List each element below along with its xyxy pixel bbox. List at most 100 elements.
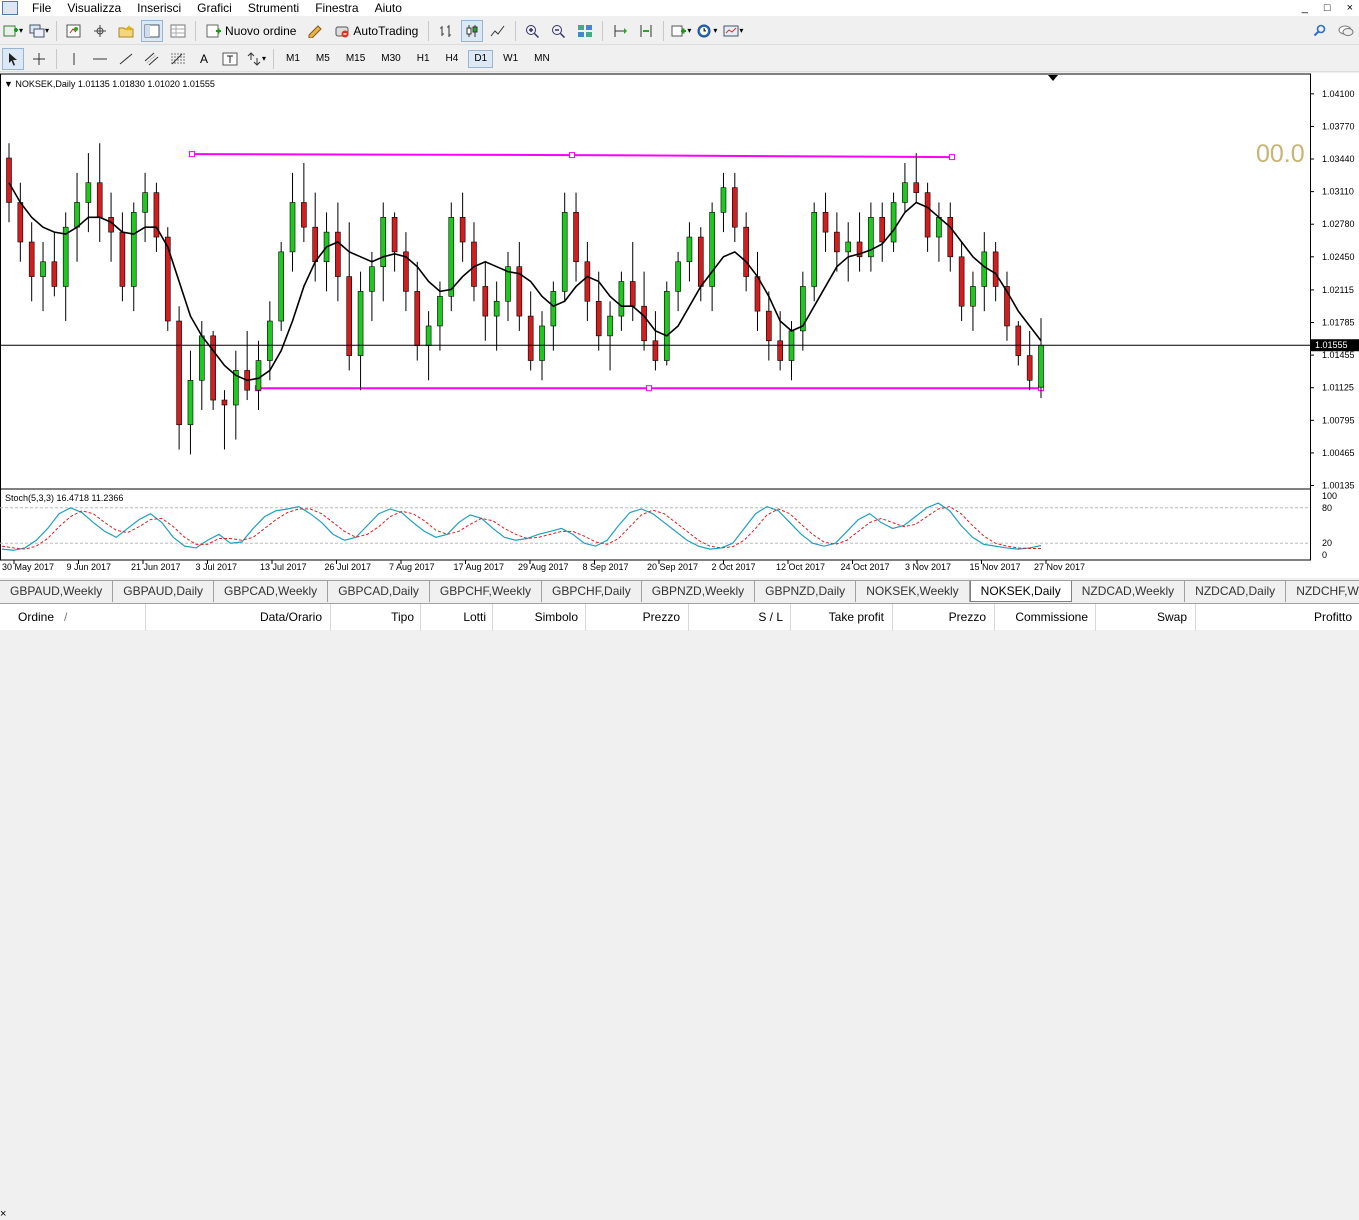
candle-body[interactable] xyxy=(40,261,46,277)
close-button[interactable]: × xyxy=(1347,0,1353,16)
close-panel-icon[interactable]: × xyxy=(0,1208,6,1220)
candle-body[interactable] xyxy=(607,315,613,337)
timeframe-w1[interactable]: W1 xyxy=(497,50,524,68)
candle-body[interactable] xyxy=(335,231,341,277)
candle-body[interactable] xyxy=(448,217,455,297)
meta-editor-button[interactable] xyxy=(304,20,326,42)
orders-column-header[interactable]: Swap xyxy=(1157,610,1187,624)
candle-body[interactable] xyxy=(890,202,897,243)
navigator-button[interactable] xyxy=(89,20,111,42)
cursor-tool[interactable] xyxy=(2,47,24,70)
horizontal-line-tool[interactable] xyxy=(89,48,111,70)
candle-body[interactable] xyxy=(142,192,148,213)
column-divider[interactable] xyxy=(330,604,331,631)
new-chart-button[interactable]: ▾ xyxy=(2,20,24,42)
candle-body[interactable] xyxy=(550,291,557,327)
timeframe-h1[interactable]: H1 xyxy=(411,50,436,68)
templates-button[interactable]: ▾ xyxy=(722,20,744,42)
candle-body[interactable] xyxy=(459,217,466,243)
candle-body[interactable] xyxy=(369,266,375,292)
zoom-out-button[interactable] xyxy=(548,20,570,42)
candle-body[interactable] xyxy=(641,305,647,342)
chart-tab[interactable]: NZDCHF,Week xyxy=(1286,581,1359,602)
candle-body[interactable] xyxy=(913,182,920,193)
timeframe-d1[interactable]: D1 xyxy=(468,49,494,68)
restore-button[interactable]: □ xyxy=(1324,0,1331,16)
orders-column-header[interactable]: Commissione xyxy=(1015,610,1088,624)
fibonacci-tool[interactable] xyxy=(167,48,189,70)
timeframe-m30[interactable]: M30 xyxy=(375,50,406,68)
candle-body[interactable] xyxy=(720,187,727,213)
chart-shift-button[interactable] xyxy=(635,20,657,42)
candle-body[interactable] xyxy=(1015,325,1022,356)
candlestick-chart-button[interactable] xyxy=(461,19,484,42)
candle-body[interactable] xyxy=(255,360,262,391)
line-chart-button[interactable] xyxy=(487,20,509,42)
column-divider[interactable] xyxy=(585,604,586,631)
line-anchor-point[interactable] xyxy=(949,154,955,161)
channel-tool[interactable] xyxy=(141,48,163,70)
indicators-button[interactable]: ▾ xyxy=(670,20,692,42)
column-divider[interactable] xyxy=(892,604,893,631)
candle-body[interactable] xyxy=(28,241,35,277)
chart-tab[interactable]: NZDCAD,Weekly xyxy=(1072,581,1186,602)
candle-body[interactable] xyxy=(675,261,681,292)
candle-body[interactable] xyxy=(51,261,58,287)
candle-body[interactable] xyxy=(686,236,693,263)
menu-finestra[interactable]: Finestra xyxy=(307,0,366,16)
market-watch-button[interactable] xyxy=(63,20,85,42)
candle-body[interactable] xyxy=(879,217,886,243)
candle-body[interactable] xyxy=(584,261,591,302)
orders-column-header[interactable]: Prezzo xyxy=(949,610,986,624)
trendline-tool[interactable] xyxy=(115,48,137,70)
orders-column-header[interactable]: Lotti xyxy=(463,610,486,624)
candle-body[interactable] xyxy=(119,231,126,287)
candle-body[interactable] xyxy=(924,192,931,238)
candle-body[interactable] xyxy=(17,202,24,243)
candle-body[interactable] xyxy=(425,325,432,347)
candle-body[interactable] xyxy=(573,212,579,263)
orders-column-header[interactable]: Tipo xyxy=(391,610,414,624)
candle-body[interactable] xyxy=(902,182,908,203)
orders-column-header[interactable]: / xyxy=(64,610,67,624)
candle-body[interactable] xyxy=(958,256,965,307)
candle-body[interactable] xyxy=(85,182,92,203)
column-divider[interactable] xyxy=(688,604,689,631)
chart-tab[interactable]: GBPAUD,Daily xyxy=(113,581,215,602)
line-anchor-point[interactable] xyxy=(646,385,652,392)
menu-file[interactable]: File xyxy=(24,0,59,16)
column-divider[interactable] xyxy=(994,604,995,631)
menu-strumenti[interactable]: Strumenti xyxy=(240,0,307,16)
column-divider[interactable] xyxy=(1195,604,1196,631)
candle-body[interactable] xyxy=(414,291,421,347)
crosshair-tool[interactable] xyxy=(28,48,50,70)
chart-tab[interactable]: NOKSEK,Daily xyxy=(969,581,1072,602)
candle-body[interactable] xyxy=(527,315,534,361)
orders-column-header[interactable]: Prezzo xyxy=(643,610,680,624)
zoom-in-button[interactable] xyxy=(522,20,544,42)
minimize-button[interactable]: _ xyxy=(1302,0,1308,16)
candle-body[interactable] xyxy=(981,251,988,287)
candle-body[interactable] xyxy=(221,399,228,406)
candle-body[interactable] xyxy=(822,212,829,233)
search-button[interactable] xyxy=(1309,20,1331,42)
menu-inserisci[interactable]: Inserisci xyxy=(129,0,189,16)
chart-canvas[interactable]: 1.04100 1.03770 1.03440 1.03110 1.02780 1.024… xyxy=(0,73,1359,578)
column-divider[interactable] xyxy=(1095,604,1096,631)
candle-body[interactable] xyxy=(766,310,772,342)
new-order-button[interactable]: Nuovo ordine xyxy=(202,20,300,42)
periods-button[interactable]: ▾ xyxy=(696,20,718,42)
candle-body[interactable] xyxy=(301,202,307,228)
candle-body[interactable] xyxy=(834,231,840,253)
menu-aiuto[interactable]: Aiuto xyxy=(367,0,410,16)
chart-tab[interactable]: NOKSEK,Weekly xyxy=(856,581,970,602)
chart-tab[interactable]: GBPCAD,Daily xyxy=(328,581,430,602)
chart-tab[interactable]: GBPNZD,Weekly xyxy=(642,581,756,602)
candle-body[interactable] xyxy=(164,236,171,322)
candle-body[interactable] xyxy=(1026,355,1033,381)
candle-body[interactable] xyxy=(312,226,318,263)
candle-body[interactable] xyxy=(629,281,636,307)
candle-body[interactable] xyxy=(652,340,659,361)
candle-body[interactable] xyxy=(380,217,387,267)
candle-body[interactable] xyxy=(267,320,273,361)
